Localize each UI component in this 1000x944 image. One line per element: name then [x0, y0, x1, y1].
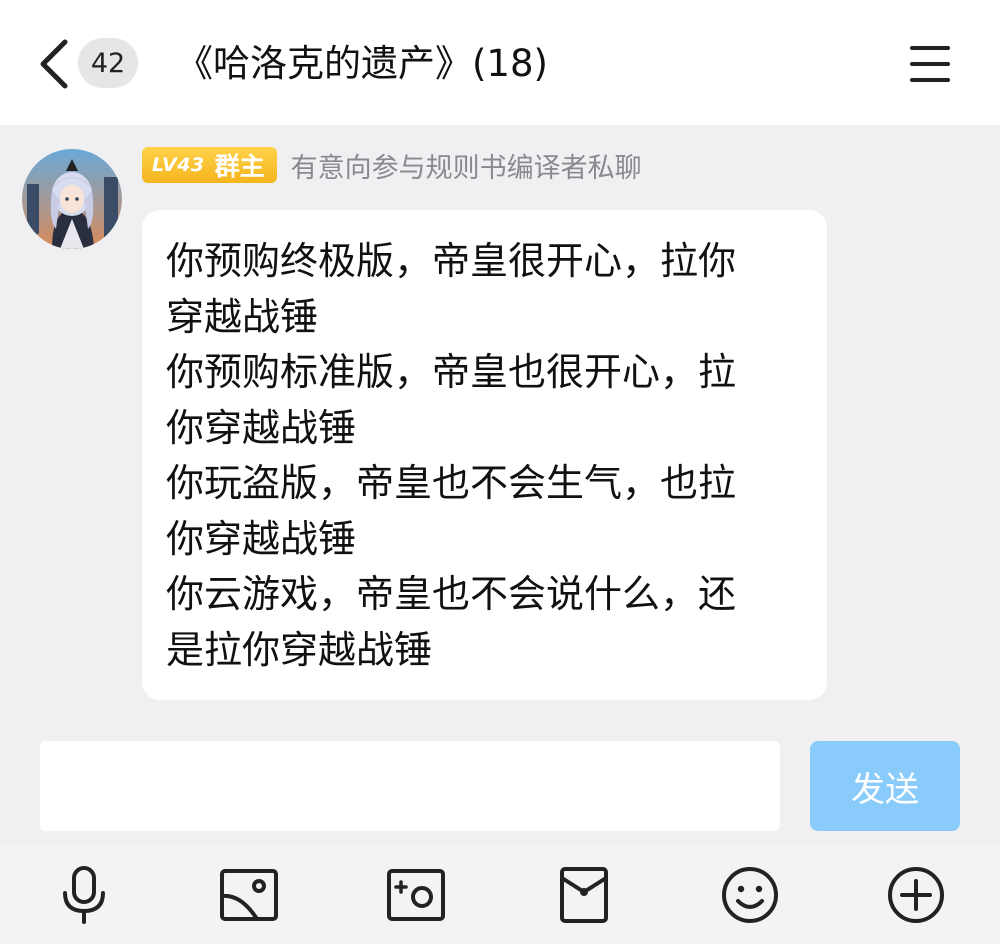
message-line: 穿越战锤: [166, 294, 319, 339]
avatar-image: [22, 149, 122, 249]
message-line: 是拉你穿越战锤: [166, 627, 433, 672]
chat-title: 《哈洛克的遗产》(18): [176, 42, 548, 85]
level-label: LV43: [152, 154, 205, 176]
message-line: 你预购终极版，帝皇很开心，拉你: [166, 239, 737, 283]
message-line: 你预购标准版，帝皇也很开心，拉: [166, 350, 737, 394]
bottom-toolbar: [0, 845, 1000, 944]
role-label: 群主: [214, 152, 265, 181]
red-packet-button[interactable]: [551, 863, 617, 927]
avatar[interactable]: [22, 149, 122, 249]
message-list[interactable]: LV43 群主 有意向参与规则书编译者私聊 你预购终极版，帝皇很开心，拉你 穿越…: [0, 125, 1000, 725]
composer: 发送: [0, 725, 1000, 845]
red-packet-icon: [560, 867, 608, 923]
back-button[interactable]: [34, 38, 74, 90]
emoji-button[interactable]: [717, 863, 783, 927]
sender-name[interactable]: 有意向参与规则书编译者私聊: [291, 146, 642, 185]
image-icon: [220, 869, 278, 921]
emoji-icon: [722, 867, 778, 923]
message-input[interactable]: [40, 741, 780, 831]
message-line: 你穿越战锤: [166, 405, 357, 450]
message-line: 你云游戏，帝皇也不会说什么，还: [166, 572, 737, 616]
sender-info: LV43 群主 有意向参与规则书编译者私聊: [142, 145, 642, 185]
send-button[interactable]: 发送: [810, 741, 960, 831]
plus-icon: [888, 867, 944, 923]
unread-count-badge[interactable]: 42: [78, 38, 138, 88]
microphone-icon: [63, 866, 105, 924]
message-line: 你玩盗版，帝皇也不会生气，也拉: [166, 461, 737, 505]
voice-button[interactable]: [51, 863, 117, 927]
menu-icon: [910, 46, 950, 50]
camera-icon: [387, 869, 445, 921]
chat-header: 42 《哈洛克的遗产》(18): [0, 0, 1000, 125]
camera-button[interactable]: [383, 863, 449, 927]
image-button[interactable]: [216, 863, 282, 927]
message-bubble[interactable]: 你预购终极版，帝皇很开心，拉你 穿越战锤 你预购标准版，帝皇也很开心，拉 你穿越…: [142, 210, 827, 700]
message-line: 你穿越战锤: [166, 516, 357, 561]
chevron-left-icon: [40, 39, 68, 89]
more-button[interactable]: [883, 863, 949, 927]
menu-button[interactable]: [906, 44, 954, 84]
level-badge: LV43 群主: [142, 147, 277, 183]
